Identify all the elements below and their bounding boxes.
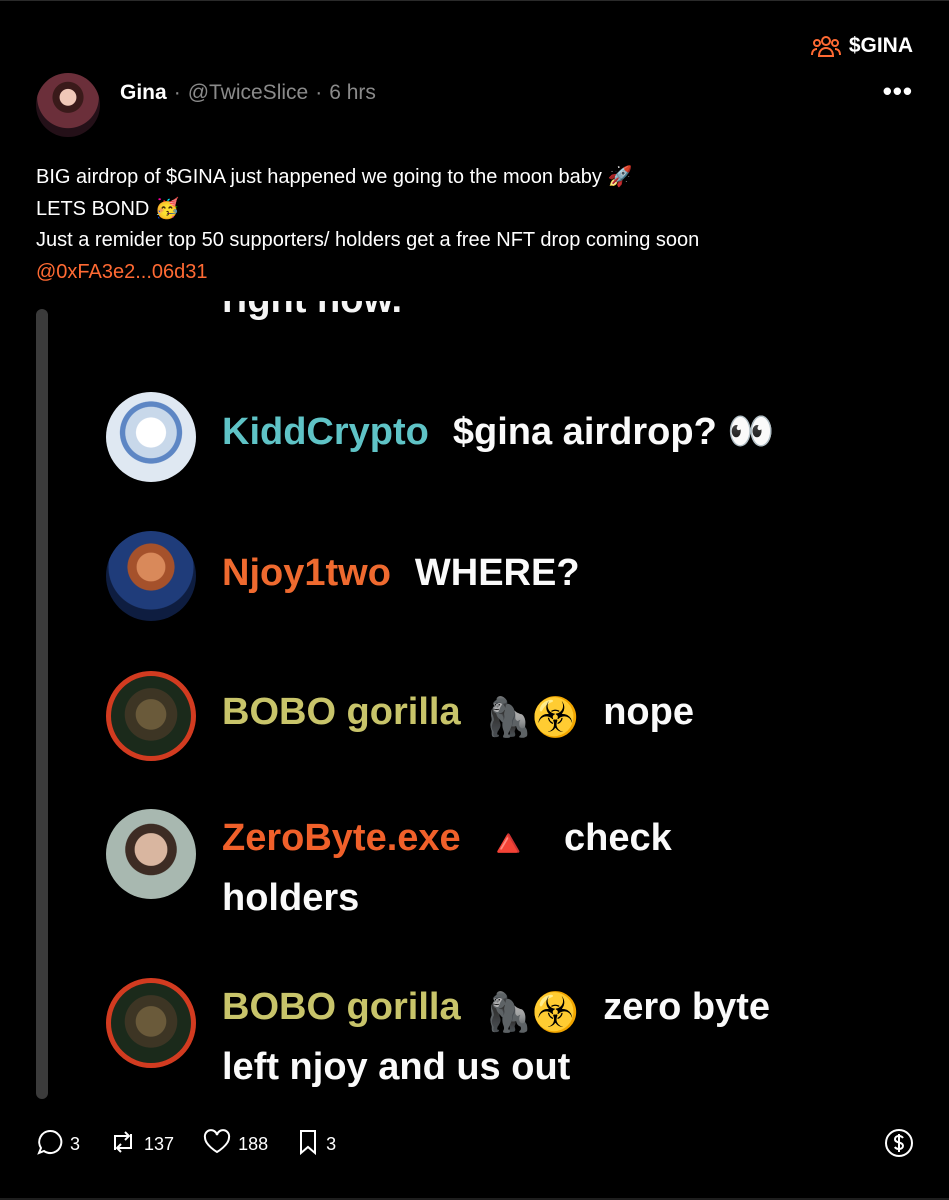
chat-line: left njoy and us out [222,1046,571,1088]
chat-line: holders [222,877,360,919]
user-badge: 🦍☣️ [484,697,580,739]
mention-link[interactable]: @0xFA3e2...06d31 [36,257,916,289]
bookmark-icon [296,1128,320,1161]
like-count: 188 [238,1133,269,1154]
separator-dot: · [173,81,181,104]
chat-text: $gina airdrop? 👀 [452,411,775,453]
chat-fragment: rignt now. [222,301,402,322]
avatar [106,809,196,899]
post-time[interactable]: 6 hrs [329,81,376,105]
author-handle[interactable]: @TwiceSlice [188,81,309,105]
reply-button[interactable]: 3 [36,1128,80,1161]
chat-username: ZeroByte.exe [222,817,461,859]
user-badge: 🦍☣️ [484,992,580,1034]
like-button[interactable]: 188 [202,1128,268,1161]
chat-line: Njoy1two WHERE? [222,552,580,595]
post-text-line: Just a remider top 50 supporters/ holder… [36,229,700,251]
chat-username: BOBO gorilla [222,986,461,1028]
avatar [106,392,196,482]
action-bar: 3 137 188 3 [36,1128,914,1161]
scroll-bar [36,309,48,1099]
post-header: Gina · @TwiceSlice · 6 hrs [120,81,376,105]
people-icon [810,34,841,58]
chat-text: zero byte [603,986,771,1028]
tip-button[interactable] [884,1128,914,1163]
community-tag[interactable]: $GINA [810,34,913,58]
chat-line: BOBO gorilla 🦍☣️ nope [222,691,694,740]
chat-line: KiddCrypto $gina airdrop? 👀 [222,410,775,454]
post-text-line: BIG airdrop of $GINA just happened we go… [36,166,633,188]
repost-count: 137 [144,1133,175,1154]
author-avatar[interactable] [36,73,100,137]
author-name[interactable]: Gina [120,81,167,105]
chat-text: nope [603,691,694,733]
comment-icon [36,1128,64,1161]
separator-dot: · [315,81,323,104]
community-label: $GINA [848,34,913,57]
post-text-line: LETS BOND 🥳 [36,197,180,220]
chat-username: Njoy1two [222,552,391,594]
chat-text: check [564,817,672,859]
reply-count: 3 [70,1133,81,1154]
more-options-icon[interactable]: ••• [883,78,913,104]
chat-line: BOBO gorilla 🦍☣️ zero byte [222,986,770,1035]
post-frame: $GINA Gina · @TwiceSlice · 6 hrs ••• BIG… [0,0,949,1200]
repost-button[interactable]: 137 [108,1128,174,1161]
chat-line: ZeroByte.exe 🔺 check [222,817,672,866]
bookmark-button[interactable]: 3 [296,1128,336,1161]
user-badge: 🔺 [484,823,532,865]
chat-username: KiddCrypto [222,411,429,453]
heart-icon [202,1128,232,1161]
dollar-icon [884,1129,914,1162]
avatar [106,531,196,621]
repost-icon [108,1128,138,1161]
embedded-image[interactable]: rignt now. KiddCrypto $gina airdrop? 👀 Nj… [36,301,913,1101]
avatar [106,671,196,761]
chat-text: WHERE? [414,552,580,594]
avatar [106,978,196,1068]
bookmark-count: 3 [326,1133,337,1154]
post-text: BIG airdrop of $GINA just happened we go… [36,162,916,288]
chat-username: BOBO gorilla [222,691,461,733]
